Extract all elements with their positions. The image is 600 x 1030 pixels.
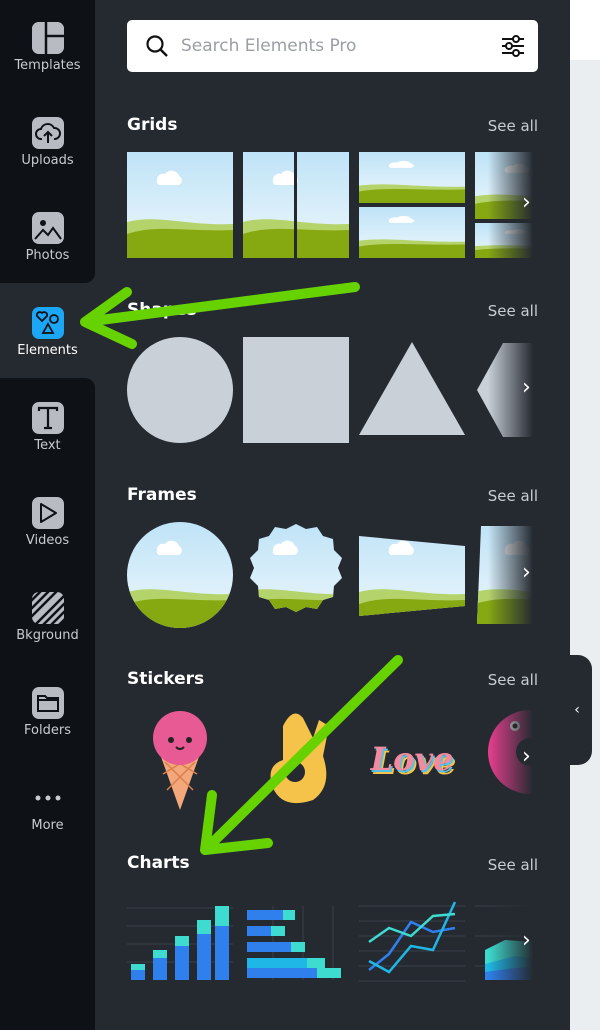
chevron-right-icon[interactable]: › [522, 560, 538, 585]
templates-icon [31, 22, 64, 54]
frame-scalloped[interactable] [243, 522, 349, 628]
see-all-frames[interactable]: See all [488, 487, 538, 505]
chevron-right-icon[interactable]: › [522, 928, 538, 953]
sticker-ice-cream[interactable] [127, 706, 233, 812]
grid-thumb-single[interactable] [127, 152, 233, 258]
shape-circle[interactable] [127, 337, 233, 443]
search-bar [127, 20, 538, 72]
chevron-right-icon[interactable]: › [522, 375, 538, 400]
canvas-area-top [570, 0, 600, 60]
grids-row: › [127, 152, 538, 258]
sidebar-item-templates[interactable]: Templates [0, 0, 95, 95]
sidebar-item-folders[interactable]: Folders [0, 665, 95, 760]
background-stripes-icon [31, 592, 64, 624]
sidebar: Templates Uploads Photos Elements Text V… [0, 0, 95, 1030]
chart-thumb-bar[interactable] [243, 890, 349, 996]
folder-icon [31, 687, 64, 719]
section-title-charts: Charts [127, 853, 190, 873]
sidebar-item-label: Videos [25, 533, 70, 548]
sidebar-item-videos[interactable]: Videos [0, 475, 95, 570]
chevron-left-icon: ‹ [574, 702, 580, 718]
sidebar-item-label: More [31, 818, 64, 833]
search-input[interactable] [181, 36, 500, 56]
grid-thumb-two-rows[interactable] [359, 152, 465, 258]
section-title-shapes: Shapes [127, 300, 197, 320]
sidebar-item-text[interactable]: Text [0, 380, 95, 475]
filter-sliders-icon[interactable] [500, 34, 526, 58]
sidebar-item-more[interactable]: More [0, 760, 95, 855]
frames-row: › [127, 522, 538, 628]
sticker-ok-hand[interactable] [243, 706, 349, 812]
play-icon [31, 497, 64, 529]
sidebar-item-uploads[interactable]: Uploads [0, 95, 95, 190]
see-all-shapes[interactable]: See all [488, 302, 538, 320]
section-title-frames: Frames [127, 485, 197, 505]
section-title-stickers: Stickers [127, 669, 205, 689]
chart-thumb-column[interactable] [127, 890, 233, 996]
frame-circle[interactable] [127, 522, 233, 628]
photo-icon [31, 212, 64, 244]
frame-skewed[interactable] [359, 522, 465, 628]
sidebar-item-label: Bkground [16, 628, 79, 643]
chart-thumb-line[interactable] [359, 890, 465, 996]
charts-row: › [127, 890, 538, 996]
upload-cloud-icon [31, 117, 64, 149]
elements-panel: Grids See all › Shapes See all › Frames … [95, 0, 570, 1030]
svg-text:Love: Love [370, 740, 454, 778]
chevron-right-icon[interactable]: › [522, 190, 538, 215]
sidebar-item-background[interactable]: Bkground [0, 570, 95, 665]
sidebar-item-elements[interactable]: Elements [0, 285, 95, 380]
sidebar-item-label: Elements [17, 343, 78, 358]
shape-square[interactable] [243, 337, 349, 443]
chevron-right-icon[interactable]: › [522, 744, 538, 769]
more-dots-icon [35, 782, 61, 814]
search-icon [146, 35, 168, 57]
see-all-charts[interactable]: See all [488, 856, 538, 874]
elements-shapes-icon [31, 307, 64, 339]
sidebar-item-label: Text [34, 438, 61, 453]
see-all-stickers[interactable]: See all [488, 671, 538, 689]
sidebar-item-label: Photos [25, 248, 70, 263]
sticker-love[interactable]: LoveLoveLove [359, 706, 465, 812]
grid-thumb-two-columns[interactable] [243, 152, 349, 258]
sidebar-item-label: Folders [24, 723, 71, 738]
stickers-row: Love Love Love › [127, 706, 538, 812]
shape-triangle[interactable] [359, 337, 465, 443]
collapse-panel-button[interactable]: ‹ [562, 655, 592, 765]
see-all-grids[interactable]: See all [488, 117, 538, 135]
sidebar-item-photos[interactable]: Photos [0, 190, 95, 285]
section-title-grids: Grids [127, 115, 178, 135]
shapes-row: › [127, 337, 538, 443]
sidebar-item-label: Templates [14, 58, 81, 73]
text-t-icon [31, 402, 64, 434]
sidebar-item-label: Uploads [21, 153, 74, 168]
